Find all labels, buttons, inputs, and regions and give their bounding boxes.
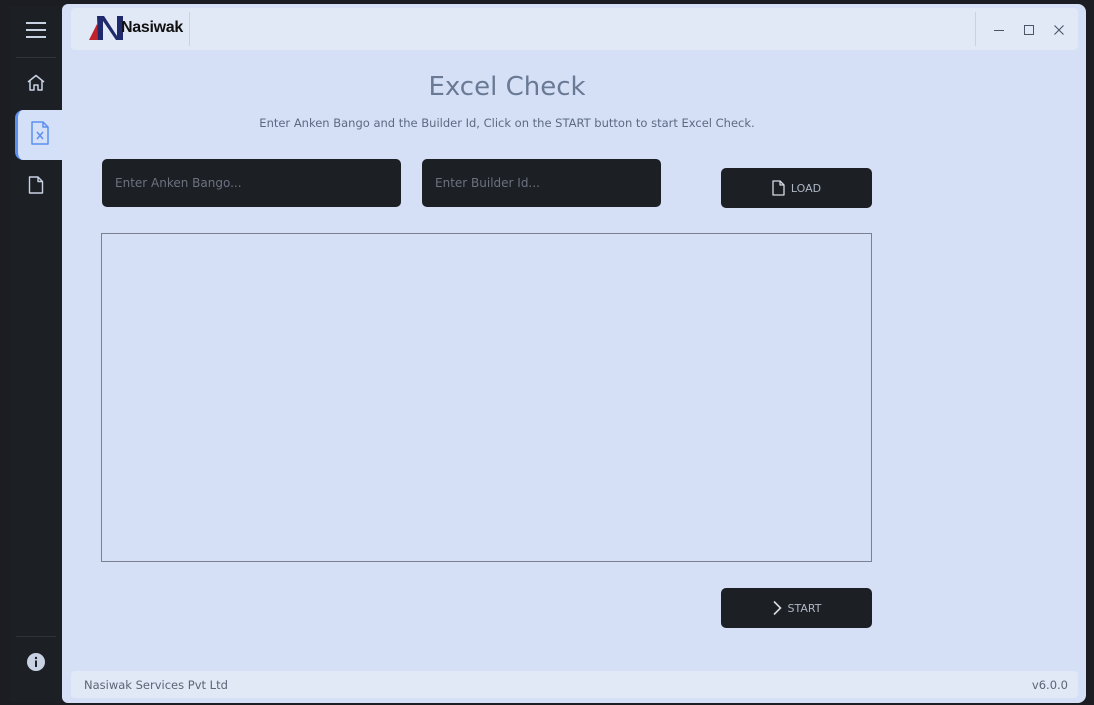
sidebar-item-excel-check[interactable] xyxy=(15,110,62,160)
nasiwak-logo-mark xyxy=(89,16,123,40)
title-divider xyxy=(975,12,976,46)
load-button[interactable]: LOAD xyxy=(721,168,872,208)
info-icon xyxy=(27,653,45,675)
title-bar: Nasiwak xyxy=(71,8,1078,50)
menu-button[interactable] xyxy=(10,7,62,57)
file-icon xyxy=(772,180,785,196)
start-button-label: START xyxy=(787,601,822,615)
title-divider xyxy=(189,12,190,46)
sidebar-item-info[interactable] xyxy=(10,639,62,689)
start-button[interactable]: START xyxy=(721,588,872,628)
document-icon xyxy=(28,176,44,198)
sidebar-item-document[interactable] xyxy=(10,162,62,212)
status-footer: Nasiwak Services Pvt Ltd v6.0.0 xyxy=(71,671,1078,698)
load-button-label: LOAD xyxy=(790,181,822,195)
excel-file-icon xyxy=(30,121,50,149)
brand-name: Nasiwak xyxy=(121,19,183,36)
output-log[interactable] xyxy=(101,233,872,562)
company-name: Nasiwak Services Pvt Ltd xyxy=(84,678,228,692)
home-icon xyxy=(26,74,46,96)
close-button[interactable] xyxy=(1048,19,1070,41)
hamburger-icon xyxy=(26,21,46,43)
sidebar xyxy=(10,7,62,703)
sidebar-divider xyxy=(16,636,56,637)
chevron-right-icon xyxy=(772,600,782,616)
page-instructions: Enter Anken Bango and the Builder Id, Cl… xyxy=(259,116,755,130)
minimize-button[interactable] xyxy=(988,19,1010,41)
brand-logo: Nasiwak xyxy=(87,12,183,44)
page-title: Excel Check xyxy=(428,72,586,102)
minimize-icon xyxy=(993,21,1005,40)
builder-id-input[interactable] xyxy=(422,159,661,207)
app-version: v6.0.0 xyxy=(1031,678,1068,692)
maximize-icon xyxy=(1023,21,1035,40)
main-window: Nasiwak Excel Check Enter Anken Bango an… xyxy=(62,4,1086,703)
sidebar-divider xyxy=(16,57,56,58)
sidebar-item-home[interactable] xyxy=(10,60,62,110)
anken-bango-input[interactable] xyxy=(102,159,401,207)
maximize-button[interactable] xyxy=(1018,19,1040,41)
close-icon xyxy=(1053,21,1065,40)
